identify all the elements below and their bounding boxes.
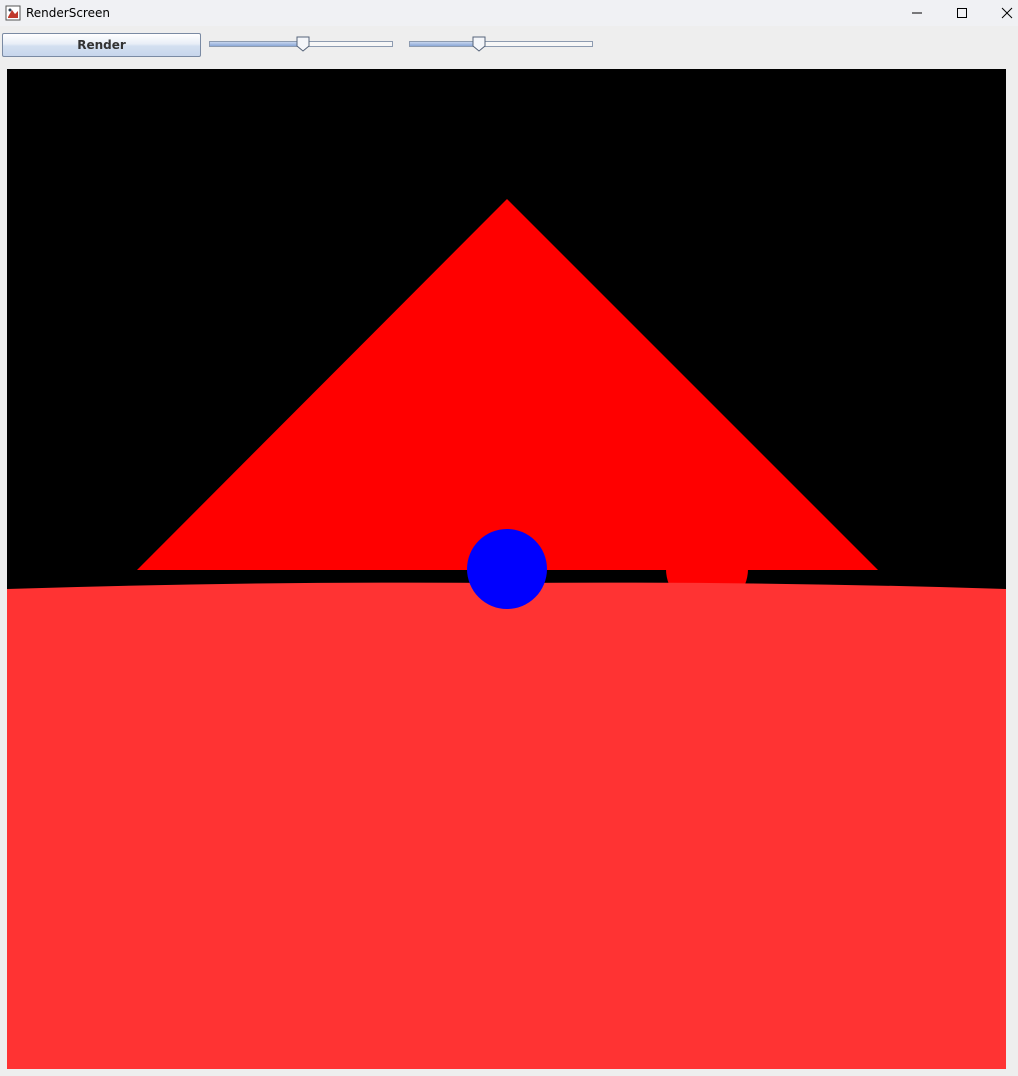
slider-thumb[interactable] <box>472 36 486 52</box>
close-icon[interactable] <box>984 0 1018 26</box>
slider-1[interactable] <box>207 36 395 54</box>
title-bar[interactable]: RenderScreen <box>0 0 1018 26</box>
render-button[interactable]: Render <box>2 33 201 57</box>
maximize-icon[interactable] <box>939 0 985 26</box>
render-canvas[interactable] <box>7 69 1006 1069</box>
floor-plane <box>7 582 1006 1069</box>
java-app-icon <box>5 5 21 21</box>
app-window: RenderScreen Render <box>0 0 1018 1076</box>
slider-2[interactable] <box>407 36 595 54</box>
window-title: RenderScreen <box>26 6 110 20</box>
slider-track[interactable] <box>409 41 593 47</box>
toolbar: Render <box>0 26 1018 66</box>
minimize-icon[interactable] <box>894 0 940 26</box>
slider-fill <box>210 42 304 46</box>
slider-fill <box>410 42 480 46</box>
blue-sphere <box>467 529 547 609</box>
slider-thumb[interactable] <box>296 36 310 52</box>
